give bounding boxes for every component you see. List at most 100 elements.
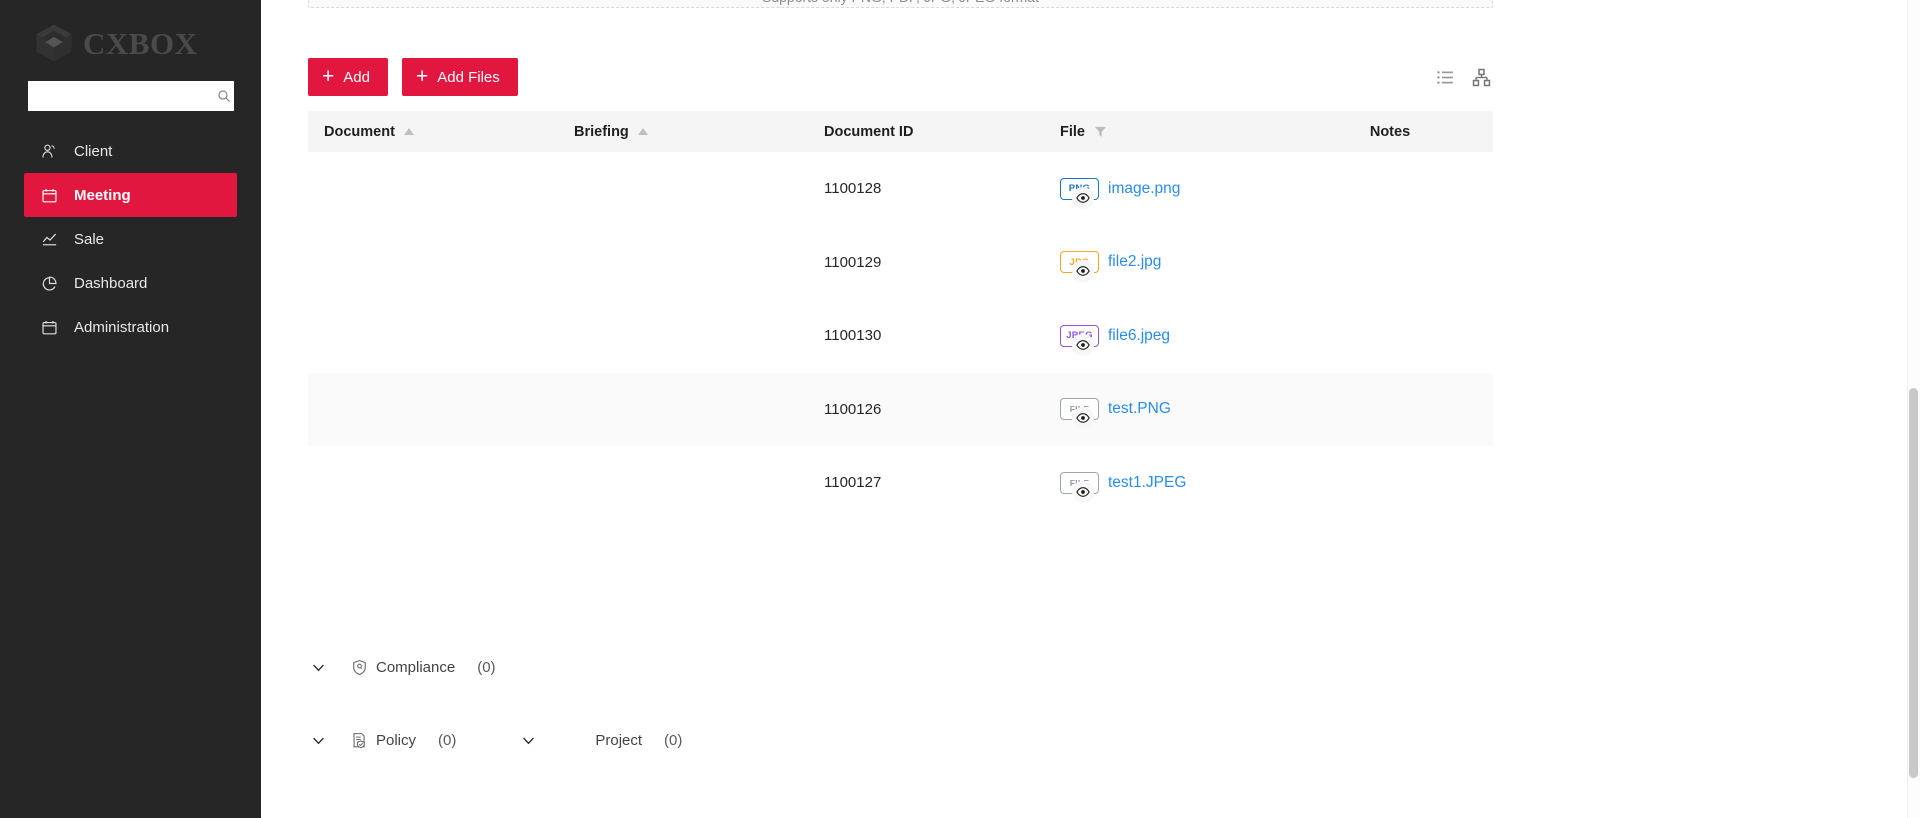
- hierarchy-view-icon[interactable]: [1472, 68, 1491, 87]
- file-badge[interactable]: JPG: [1060, 251, 1099, 283]
- section-policy-group[interactable]: Policy (0): [351, 732, 456, 749]
- section-count: (0): [438, 731, 457, 749]
- line-chart-icon: [42, 233, 57, 245]
- cell-file: FILE test.PNG: [1044, 398, 1287, 430]
- cell-file: PNG image.png: [1044, 177, 1287, 209]
- file-badge[interactable]: FILE: [1060, 398, 1099, 430]
- file-name-link[interactable]: test.PNG: [1108, 400, 1171, 418]
- plus-icon: +: [415, 64, 429, 88]
- column-header-document[interactable]: Document: [308, 124, 558, 140]
- column-header-notes[interactable]: Notes: [1287, 124, 1493, 140]
- preview-eye-icon[interactable]: [1072, 333, 1094, 356]
- sidebar-item-client[interactable]: Client: [24, 129, 237, 173]
- section-policy-project-row: Policy (0) Project (0): [308, 730, 682, 750]
- column-header-file[interactable]: File: [1044, 124, 1287, 140]
- column-label: File: [1060, 123, 1085, 140]
- table-row[interactable]: 1100128 PNG image.png: [308, 152, 1493, 226]
- section-compliance-group: Compliance (0): [351, 659, 496, 676]
- sort-asc-icon[interactable]: [637, 128, 648, 135]
- scrollbar-thumb[interactable]: [1909, 388, 1918, 778]
- pie-chart-icon: [42, 275, 57, 290]
- plus-icon: +: [322, 64, 335, 88]
- preview-eye-icon[interactable]: [1072, 186, 1094, 209]
- preview-eye-icon[interactable]: [1072, 407, 1094, 430]
- cxbox-hexagon-logo-icon: [36, 24, 72, 62]
- table-header-row: Document Briefing Document ID File Notes: [308, 111, 1493, 152]
- column-label: Briefing: [574, 123, 629, 140]
- chevron-down-icon[interactable]: [518, 730, 538, 750]
- cell-document-id: 1100130: [824, 327, 882, 345]
- page-scrollbar[interactable]: [1907, 0, 1920, 818]
- search-icon: [217, 90, 230, 102]
- sort-asc-icon[interactable]: [403, 128, 414, 135]
- documents-table: Document Briefing Document ID File Notes…: [308, 111, 1493, 520]
- sidebar-item-label: Sale: [74, 230, 105, 248]
- chevron-down-icon[interactable]: [308, 730, 328, 750]
- add-button[interactable]: + Add: [308, 58, 388, 96]
- search-input[interactable]: [36, 87, 217, 105]
- section-label: Project: [595, 731, 643, 749]
- cell-file: JPEG file6.jpeg: [1044, 324, 1287, 356]
- calendar-icon: [42, 188, 57, 202]
- cell-document-id: 1100127: [824, 474, 882, 492]
- chevron-down-icon[interactable]: [308, 657, 328, 677]
- table-row[interactable]: 1100126 FILE test.PNG: [308, 372, 1493, 446]
- sidebar: CXBOX Client Meeting Sale Dashboard Admi…: [0, 0, 261, 818]
- calendar-icon: [42, 320, 57, 334]
- add-button-label: Add: [343, 68, 370, 86]
- sidebar-item-label: Client: [74, 142, 113, 160]
- table-row[interactable]: 1100127 FILE test1.JPEG: [308, 446, 1493, 520]
- users-icon: [42, 144, 55, 157]
- cell-document-id: 1100128: [824, 180, 882, 198]
- sidebar-item-label: Dashboard: [74, 274, 148, 292]
- preview-eye-icon[interactable]: [1072, 260, 1094, 283]
- logo-wordmark: CXBOX: [83, 25, 198, 61]
- cell-file: FILE test1.JPEG: [1044, 471, 1287, 503]
- table-row[interactable]: 1100129 JPG file2.jpg: [308, 226, 1493, 300]
- app-logo[interactable]: CXBOX: [0, 0, 261, 70]
- sidebar-item-sale[interactable]: Sale: [24, 217, 237, 261]
- column-label: Document: [324, 123, 395, 140]
- file-badge[interactable]: PNG: [1060, 177, 1099, 209]
- file-name-link[interactable]: image.png: [1108, 180, 1180, 198]
- section-count: (0): [664, 731, 683, 749]
- cell-document-id: 1100126: [824, 400, 882, 418]
- document-shield-icon: [353, 732, 365, 748]
- table-toolbar: + Add + Add Files: [308, 58, 1493, 96]
- column-label: Notes: [1369, 123, 1411, 140]
- table-row[interactable]: 1100130 JPEG file6.jpeg: [308, 299, 1493, 373]
- list-view-icon[interactable]: [1436, 68, 1455, 87]
- file-name-link[interactable]: file2.jpg: [1108, 253, 1161, 271]
- column-label: Document ID: [824, 123, 914, 140]
- file-badge[interactable]: FILE: [1060, 471, 1099, 503]
- add-files-button[interactable]: + Add Files: [401, 58, 518, 96]
- section-compliance[interactable]: Compliance (0): [308, 657, 496, 677]
- section-label: Compliance: [376, 658, 456, 676]
- view-toggle-group: [1436, 68, 1493, 87]
- cell-document-id: 1100129: [824, 253, 882, 271]
- sidebar-search[interactable]: [27, 81, 234, 111]
- section-project-group[interactable]: Project (0): [518, 730, 682, 750]
- file-dropzone[interactable]: Supports only PNG, PDF, JPG, JPEG format: [308, 0, 1493, 8]
- file-name-link[interactable]: test1.JPEG: [1108, 474, 1186, 492]
- sidebar-item-meeting[interactable]: Meeting: [24, 173, 237, 217]
- section-count: (0): [477, 658, 496, 676]
- shield-check-icon: [353, 659, 366, 675]
- cell-file: JPG file2.jpg: [1044, 251, 1287, 283]
- sidebar-item-label: Meeting: [74, 186, 131, 204]
- column-header-briefing[interactable]: Briefing: [558, 124, 808, 140]
- sidebar-item-administration[interactable]: Administration: [24, 305, 237, 349]
- preview-eye-icon[interactable]: [1072, 480, 1094, 503]
- dropzone-hint: Supports only PNG, PDF, JPG, JPEG format: [762, 0, 1039, 7]
- filter-icon[interactable]: [1094, 125, 1107, 138]
- sidebar-nav: Client Meeting Sale Dashboard Administra…: [0, 129, 261, 349]
- column-header-document-id[interactable]: Document ID: [808, 124, 1044, 140]
- add-files-button-label: Add Files: [437, 68, 500, 86]
- main-content: Supports only PNG, PDF, JPG, JPEG format…: [261, 0, 1920, 818]
- app-root: CXBOX Client Meeting Sale Dashboard Admi…: [0, 0, 1920, 818]
- section-label: Policy: [376, 731, 417, 749]
- file-name-link[interactable]: file6.jpeg: [1108, 327, 1170, 345]
- sidebar-item-dashboard[interactable]: Dashboard: [24, 261, 237, 305]
- sidebar-item-label: Administration: [74, 318, 170, 336]
- file-badge[interactable]: JPEG: [1060, 324, 1099, 356]
